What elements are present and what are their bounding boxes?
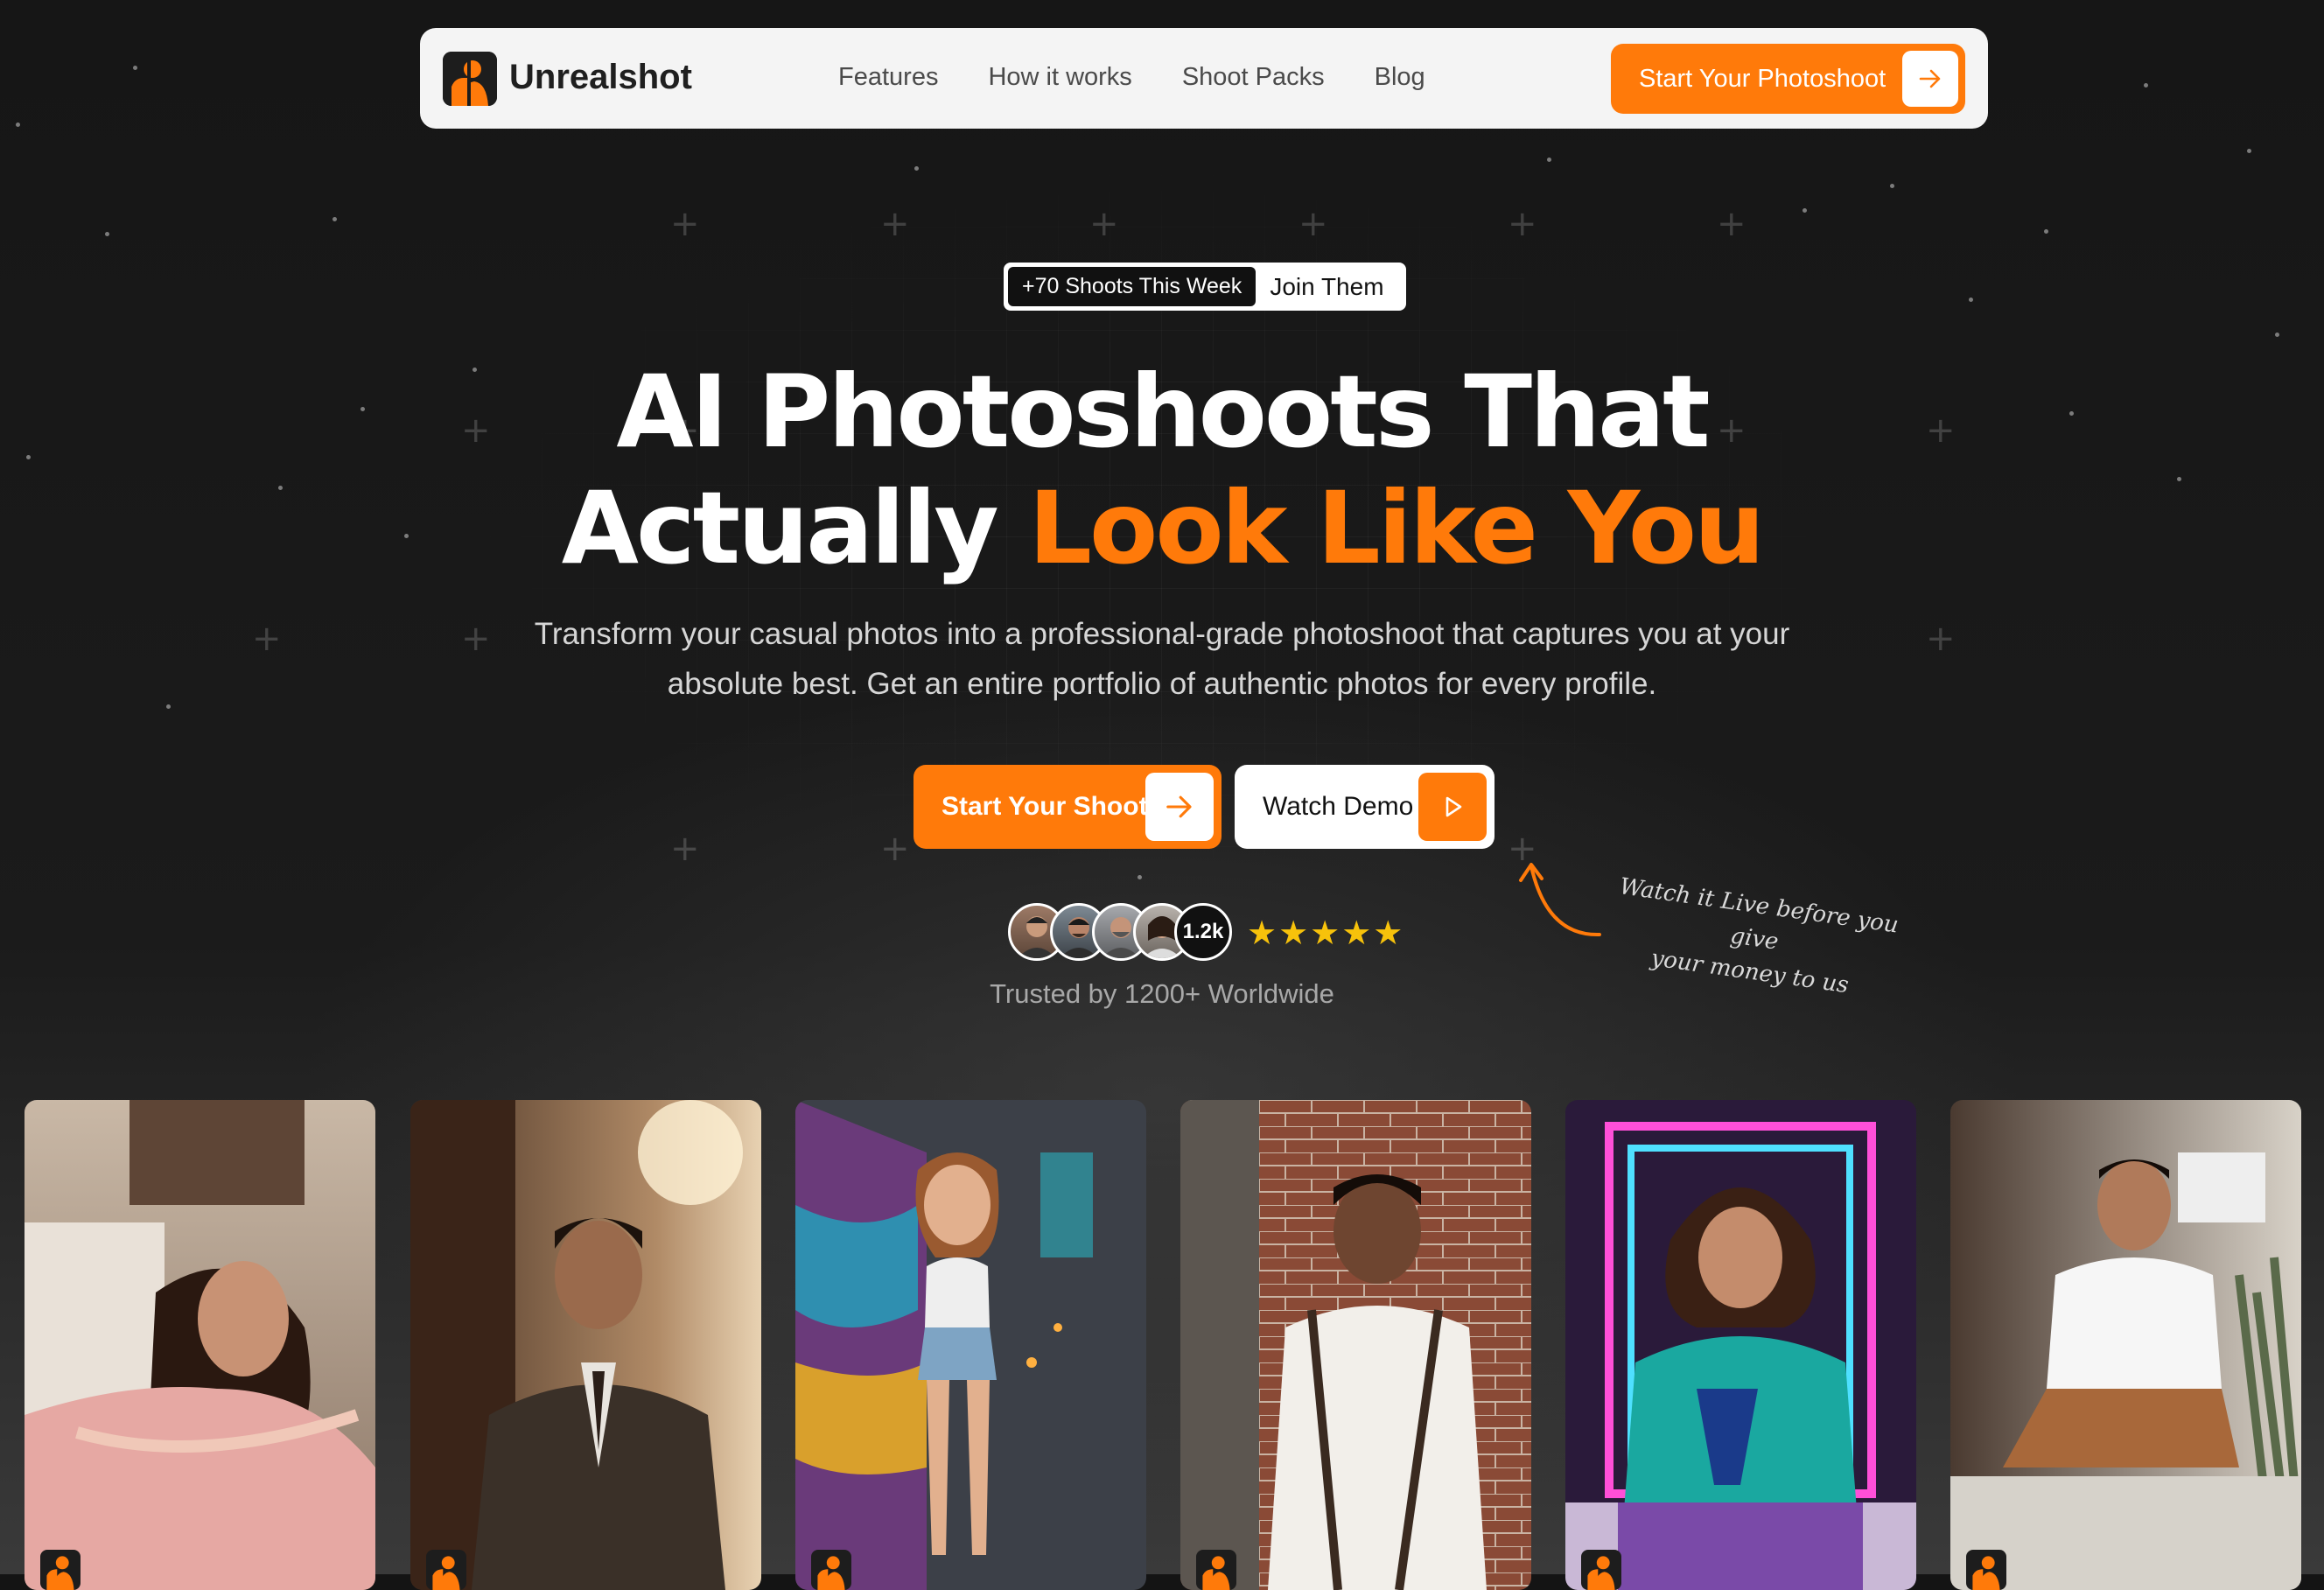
start-photoshoot-button[interactable]: Start Your Photoshoot bbox=[1611, 44, 1965, 114]
avatar-count: 1.2k bbox=[1174, 903, 1232, 961]
card-logo-icon bbox=[1966, 1550, 2006, 1590]
card-logo-icon bbox=[1196, 1550, 1236, 1590]
card-logo-icon bbox=[811, 1550, 851, 1590]
woman-graffiti-alley-photo bbox=[795, 1100, 1146, 1590]
woman-neon-retro-photo bbox=[1565, 1100, 1916, 1590]
card-logo-icon bbox=[40, 1550, 80, 1590]
card-logo-icon bbox=[1581, 1550, 1621, 1590]
watch-demo-label: Watch Demo bbox=[1263, 792, 1414, 821]
badge-count: +70 Shoots This Week bbox=[1008, 267, 1256, 306]
gallery-card-woman-graffiti-alley[interactable] bbox=[795, 1100, 1146, 1590]
gallery-card-woman-neon-retro[interactable] bbox=[1565, 1100, 1916, 1590]
hero-subtitle-line2: absolute best. Get an entire portfolio o… bbox=[667, 667, 1657, 701]
man-brick-wall-photo bbox=[1180, 1100, 1531, 1590]
watch-demo-button[interactable]: Watch Demo bbox=[1235, 765, 1494, 849]
start-your-shoot-label: Start Your Shoot bbox=[942, 792, 1148, 821]
nav-link-how-it-works[interactable]: How it works bbox=[988, 63, 1131, 92]
rating-stars-icon: ★★★★★ bbox=[1247, 914, 1405, 952]
headline-white-part: Actually bbox=[561, 470, 999, 586]
nav-link-blog[interactable]: Blog bbox=[1375, 63, 1425, 92]
headline-orange-part: Look Like You bbox=[1028, 470, 1765, 586]
brand-name[interactable]: Unrealshot bbox=[509, 58, 692, 97]
gallery-card-woman-pink-saree[interactable] bbox=[24, 1100, 375, 1590]
play-icon bbox=[1418, 773, 1487, 841]
woman-pink-saree-photo bbox=[24, 1100, 375, 1590]
arrow-right-icon bbox=[1145, 773, 1214, 841]
gallery-card-man-brick-wall[interactable] bbox=[1180, 1100, 1531, 1590]
gallery-card-man-white-tee[interactable] bbox=[1950, 1100, 2301, 1590]
start-your-shoot-button[interactable]: Start Your Shoot bbox=[914, 765, 1222, 849]
start-photoshoot-label: Start Your Photoshoot bbox=[1639, 64, 1886, 93]
badge-join-label: Join Them bbox=[1270, 272, 1384, 300]
arrow-right-icon bbox=[1902, 51, 1958, 107]
gallery-card-man-brown-suit[interactable] bbox=[410, 1100, 761, 1590]
nav-link-shoot-packs[interactable]: Shoot Packs bbox=[1182, 63, 1325, 92]
shoots-this-week-badge[interactable]: +70 Shoots This Week Join Them bbox=[1004, 263, 1406, 311]
hero-headline-line2: Actually Look Like You bbox=[0, 471, 2324, 586]
man-white-tee-photo bbox=[1950, 1100, 2301, 1590]
top-navbar: Unrealshot Features How it works Shoot P… bbox=[420, 28, 1988, 129]
nav-links: Features How it works Shoot Packs Blog bbox=[838, 63, 1425, 92]
hero-subtitle: Transform your casual photos into a prof… bbox=[506, 609, 1818, 709]
nav-link-features[interactable]: Features bbox=[838, 63, 938, 92]
card-logo-icon bbox=[426, 1550, 466, 1590]
man-brown-suit-photo bbox=[410, 1100, 761, 1590]
hero-subtitle-line1: Transform your casual photos into a prof… bbox=[534, 617, 1790, 651]
hero-headline-line1: AI Photoshoots That bbox=[616, 354, 1710, 470]
trusted-by-text: Trusted by 1200+ Worldwide bbox=[990, 978, 1334, 1009]
brand-logo-icon[interactable] bbox=[443, 52, 497, 106]
